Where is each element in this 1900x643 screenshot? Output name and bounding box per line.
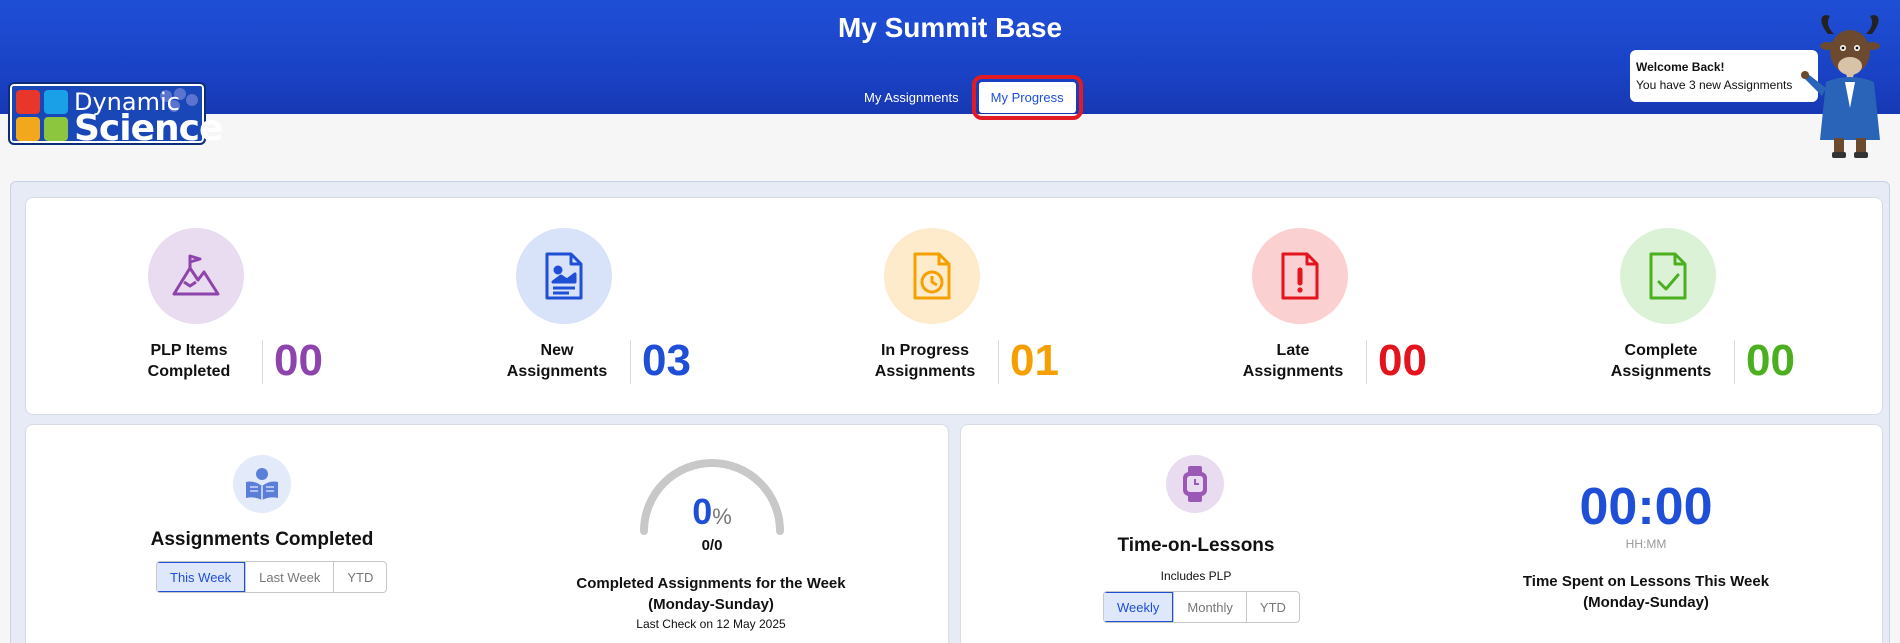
assignments-completed-card: Assignments Completed This Week Last Wee… bbox=[25, 424, 949, 643]
stat-value: 00 bbox=[1378, 336, 1427, 385]
stat-divider bbox=[1734, 340, 1735, 384]
filter-weekly-button[interactable]: Weekly bbox=[1104, 592, 1174, 622]
completion-caption-line1: Completed Assignments for the Week bbox=[576, 575, 846, 592]
stat-divider bbox=[1366, 340, 1367, 384]
stat-icon-circle bbox=[1620, 228, 1716, 324]
watch-icon-circle bbox=[1166, 455, 1224, 513]
document-check-icon bbox=[1649, 252, 1687, 300]
stat-divider bbox=[630, 340, 631, 384]
stat-value: 03 bbox=[642, 336, 691, 385]
stat-label: New Assignments bbox=[506, 342, 608, 380]
stat-label: PLP Items Completed bbox=[147, 342, 231, 380]
mountain-flag-icon bbox=[172, 254, 220, 296]
stat-icon-circle bbox=[884, 228, 980, 324]
filter-last-week-button[interactable]: Last Week bbox=[245, 562, 333, 592]
time-on-lessons-title: Time-on-Lessons bbox=[1117, 535, 1275, 556]
time-format-label: HH:MM bbox=[1625, 537, 1667, 551]
filter-monthly-button[interactable]: Monthly bbox=[1173, 592, 1246, 622]
filter-this-week-button[interactable]: This Week bbox=[157, 562, 246, 592]
page-title: My Summit Base bbox=[837, 12, 1063, 43]
logo-text-science: Science bbox=[74, 108, 223, 149]
planet-icon bbox=[16, 117, 40, 141]
stat-icon-circle bbox=[1252, 228, 1348, 324]
tab-my-assignments[interactable]: My Assignments bbox=[856, 84, 967, 111]
stat-value: 00 bbox=[1746, 336, 1795, 385]
filter-ytd-button[interactable]: YTD bbox=[333, 562, 386, 592]
welcome-message: You have 3 new Assignments bbox=[1636, 78, 1793, 92]
stat-icon-circle bbox=[148, 228, 244, 324]
flask-icon bbox=[44, 90, 68, 114]
includes-plp-text: Includes PLP bbox=[1160, 569, 1232, 583]
stat-value: 01 bbox=[1010, 336, 1059, 385]
reading-student-icon bbox=[246, 468, 278, 500]
completion-ratio: 0/0 bbox=[701, 537, 723, 554]
stat-complete: Complete Assignments 00 bbox=[1596, 198, 1856, 416]
stat-label: Complete Assignments bbox=[1610, 342, 1712, 380]
stats-card: PLP Items Completed 00 New Assignments 0… bbox=[25, 197, 1883, 415]
time-value: 00:00 bbox=[1579, 478, 1713, 536]
time-period-toggle: Weekly Monthly YTD bbox=[1103, 591, 1300, 623]
stat-new-assignments: New Assignments 03 bbox=[492, 198, 752, 416]
goat-mascot-icon bbox=[1801, 15, 1880, 158]
percent-value: 0 bbox=[692, 491, 713, 532]
assignments-completed-title: Assignments Completed bbox=[150, 529, 374, 550]
atom-icon bbox=[44, 117, 68, 141]
stat-divider bbox=[998, 340, 999, 384]
dna-icon bbox=[16, 90, 40, 114]
stat-divider bbox=[262, 340, 263, 384]
assignments-period-toggle: This Week Last Week YTD bbox=[156, 561, 388, 593]
smartwatch-icon bbox=[1183, 466, 1207, 502]
document-alert-icon bbox=[1281, 252, 1319, 300]
percent-readout: 0% bbox=[638, 491, 786, 533]
header-bar: My Summit Base My Assignments My Progres… bbox=[0, 0, 1900, 120]
hexagon-decoration bbox=[186, 94, 198, 106]
stat-in-progress: In Progress Assignments 01 bbox=[860, 198, 1120, 416]
welcome-title: Welcome Back! bbox=[1636, 60, 1725, 74]
tab-my-progress[interactable]: My Progress bbox=[971, 75, 1083, 120]
time-caption-line1: Time Spent on Lessons This Week bbox=[1522, 573, 1770, 590]
welcome-bubble: Welcome Back! You have 3 new Assignments bbox=[1630, 50, 1818, 102]
filter-ytd-button[interactable]: YTD bbox=[1245, 592, 1299, 622]
completion-caption-line2: (Monday-Sunday) bbox=[648, 596, 774, 613]
reading-icon-circle bbox=[233, 455, 291, 513]
stat-plp-items: PLP Items Completed 00 bbox=[124, 198, 384, 416]
percent-sign: % bbox=[712, 504, 732, 529]
last-check-text: Last Check on 12 May 2025 bbox=[636, 617, 786, 631]
stat-label: Late Assignments bbox=[1242, 342, 1344, 380]
time-on-lessons-card: Time-on-Lessons Includes PLP Weekly Mont… bbox=[960, 424, 1883, 643]
document-clock-icon bbox=[913, 252, 951, 300]
stat-label: In Progress Assignments bbox=[874, 342, 976, 380]
document-image-icon bbox=[545, 252, 583, 300]
stat-late: Late Assignments 00 bbox=[1228, 198, 1488, 416]
stat-icon-circle bbox=[516, 228, 612, 324]
nav-tabs: My Assignments My Progress bbox=[856, 75, 1083, 120]
stat-value: 00 bbox=[274, 336, 323, 385]
dynamic-science-logo[interactable]: Dynamic Science bbox=[8, 82, 223, 149]
time-caption-line2: (Monday-Sunday) bbox=[1583, 594, 1709, 611]
